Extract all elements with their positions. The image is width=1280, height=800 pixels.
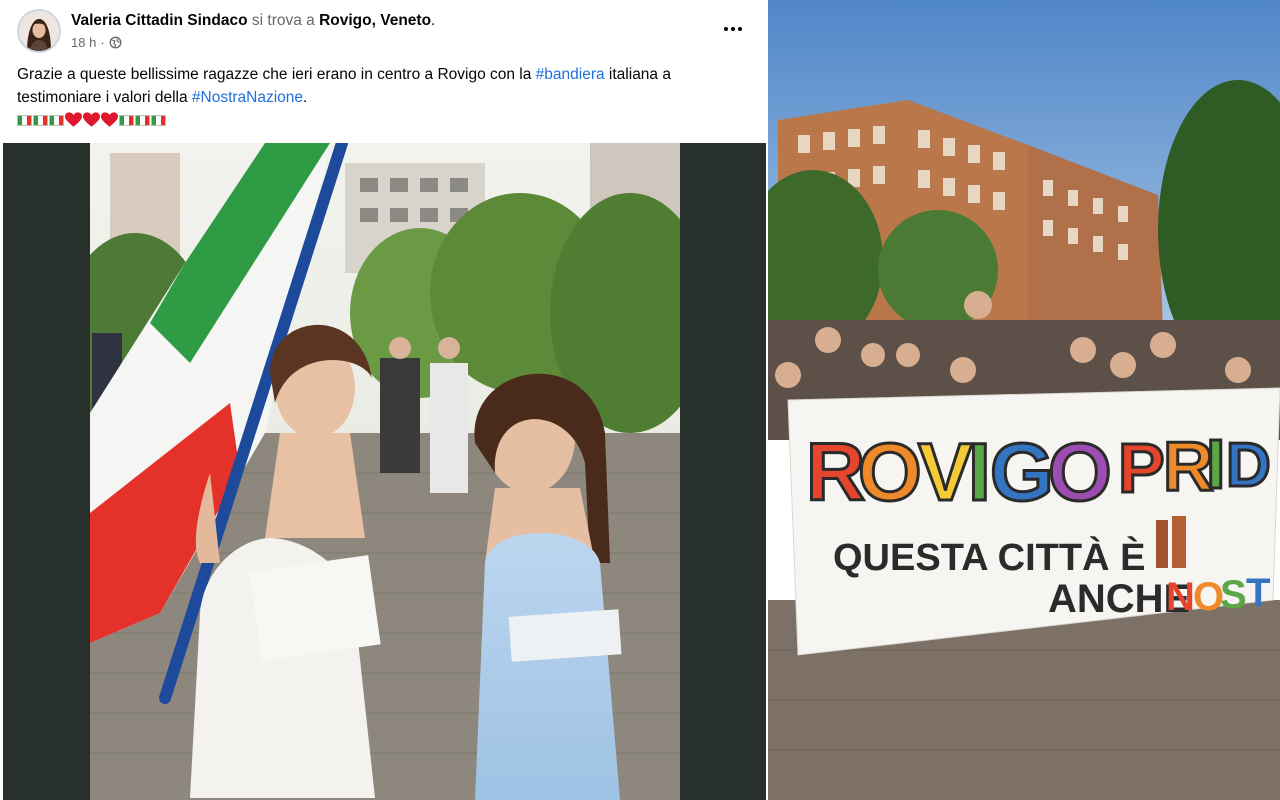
- more-options-icon[interactable]: [718, 19, 748, 39]
- italy-flag-emoji: [119, 114, 134, 126]
- globe-icon: [109, 36, 122, 49]
- post-text: Grazie a queste bellissime ragazze che i…: [17, 63, 757, 109]
- pride-photo-illustration: R O V I G O P R I D QUESTA CITTÀ È ANCHE…: [768, 0, 1280, 800]
- post-header: Valeria Cittadin Sindaco si trova a Rovi…: [0, 0, 768, 144]
- post-text-part1: Grazie a queste bellissime ragazze che i…: [17, 66, 536, 83]
- author-name[interactable]: Valeria Cittadin Sindaco: [71, 12, 248, 29]
- banner-letter: S: [1220, 573, 1247, 617]
- location-link[interactable]: Rovigo, Veneto: [319, 12, 431, 29]
- location-prefix: si trova a: [247, 12, 320, 29]
- meta-separator: ·: [100, 35, 105, 50]
- post-photo[interactable]: [90, 143, 680, 800]
- post-photo-illustration: [90, 143, 680, 800]
- banner-letter: V: [918, 427, 973, 518]
- italy-flag-emoji: [151, 114, 166, 126]
- banner-letter: I: [1206, 425, 1225, 503]
- author-avatar[interactable]: [17, 9, 61, 53]
- emoji-row: [17, 111, 166, 129]
- red-heart-emoji: [101, 112, 118, 127]
- post-timestamp[interactable]: 18 h: [71, 35, 96, 50]
- italy-flag-emoji: [33, 114, 48, 126]
- post-author-line: Valeria Cittadin Sindaco si trova a Rovi…: [71, 12, 435, 30]
- red-heart-emoji: [83, 112, 100, 127]
- facebook-post: Valeria Cittadin Sindaco si trova a Rovi…: [0, 0, 768, 800]
- italy-flag-emoji: [49, 114, 64, 126]
- rovigo-pride-photo[interactable]: R O V I G O P R I D QUESTA CITTÀ È ANCHE…: [768, 0, 1280, 800]
- banner-letter: P: [1118, 429, 1165, 507]
- banner-letter: N: [1166, 575, 1195, 619]
- location-suffix: .: [431, 12, 436, 29]
- italy-flag-emoji: [17, 114, 32, 126]
- banner-letter: G: [990, 427, 1054, 518]
- hashtag-bandiera[interactable]: #bandiera: [536, 66, 605, 83]
- banner-letter: I: [968, 427, 991, 518]
- banner-line2: QUESTA CITTÀ È: [833, 535, 1145, 579]
- banner-letter: R: [806, 427, 865, 518]
- banner-letter: O: [1048, 427, 1112, 518]
- banner-letter: T: [1246, 571, 1270, 615]
- italy-flag-emoji: [135, 114, 150, 126]
- post-meta: 18 h ·: [71, 35, 122, 50]
- banner-letter: O: [858, 427, 922, 518]
- banner-letter: D: [1226, 431, 1271, 500]
- red-heart-emoji: [65, 112, 82, 127]
- post-photo-frame[interactable]: [3, 143, 766, 800]
- hashtag-nostranazione[interactable]: #NostraNazione: [192, 89, 303, 106]
- post-text-part3: .: [303, 89, 308, 106]
